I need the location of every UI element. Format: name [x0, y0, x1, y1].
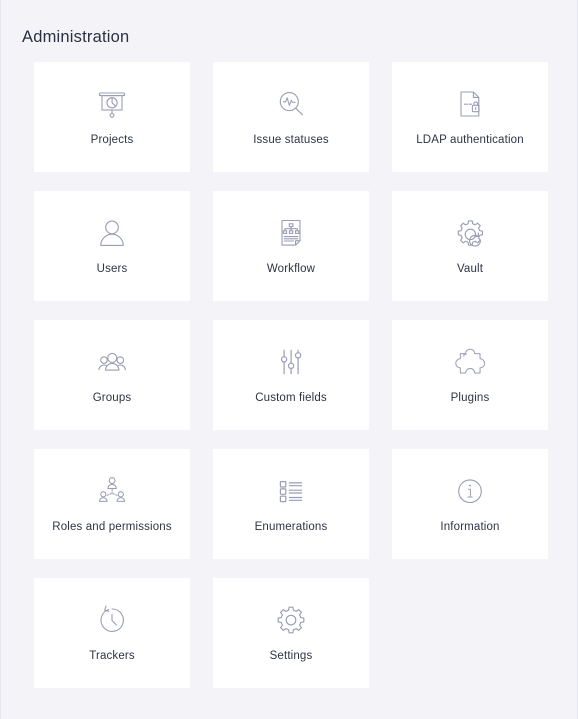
tile-trackers[interactable]: Trackers — [34, 578, 190, 688]
page-title: Administration — [22, 28, 130, 46]
tile-plugins[interactable]: Plugins — [392, 320, 548, 430]
tile-groups[interactable]: Groups — [34, 320, 190, 430]
tile-label: Workflow — [266, 263, 316, 275]
tile-label: Issue statuses — [253, 134, 329, 146]
tile-label: Groups — [92, 392, 132, 404]
gear-refresh-icon — [447, 210, 493, 256]
tile-ldap-authentication[interactable]: LDAP authentication — [392, 62, 548, 172]
administration-tile-grid: Projects Issue statuses LDAP authenticat… — [34, 62, 550, 688]
document-lock-icon — [447, 81, 493, 127]
tile-label: Information — [440, 521, 500, 533]
administration-page: Administration Projects Issue statuses L… — [0, 0, 578, 719]
tile-enumerations[interactable]: Enumerations — [213, 449, 369, 559]
tile-projects[interactable]: Projects — [34, 62, 190, 172]
user-icon — [89, 210, 135, 256]
checklist-icon — [268, 468, 314, 514]
tile-label: Custom fields — [255, 392, 327, 404]
tile-users[interactable]: Users — [34, 191, 190, 301]
org-chart-people-icon — [89, 468, 135, 514]
gear-icon — [268, 597, 314, 643]
tile-issue-statuses[interactable]: Issue statuses — [213, 62, 369, 172]
users-group-icon — [89, 339, 135, 385]
presentation-chart-icon — [89, 81, 135, 127]
clock-history-icon — [89, 597, 135, 643]
magnifier-pulse-icon — [268, 81, 314, 127]
tile-settings[interactable]: Settings — [213, 578, 369, 688]
tile-label: Projects — [90, 134, 134, 146]
sliders-icon — [268, 339, 314, 385]
tile-label: Vault — [456, 263, 484, 275]
tile-label: Users — [96, 263, 128, 275]
tile-workflow[interactable]: Workflow — [213, 191, 369, 301]
info-circle-icon — [447, 468, 493, 514]
tile-label: LDAP authentication — [416, 134, 524, 146]
tile-label: Roles and permissions — [52, 521, 172, 533]
document-flowchart-icon — [268, 210, 314, 256]
tile-roles-and-permissions[interactable]: Roles and permissions — [34, 449, 190, 559]
tile-label: Plugins — [450, 392, 490, 404]
tile-label: Enumerations — [254, 521, 328, 533]
tile-label: Settings — [269, 650, 313, 662]
tile-custom-fields[interactable]: Custom fields — [213, 320, 369, 430]
tile-label: Trackers — [89, 650, 135, 662]
tile-vault[interactable]: Vault — [392, 191, 548, 301]
tile-information[interactable]: Information — [392, 449, 548, 559]
puzzle-cog-icon — [447, 339, 493, 385]
